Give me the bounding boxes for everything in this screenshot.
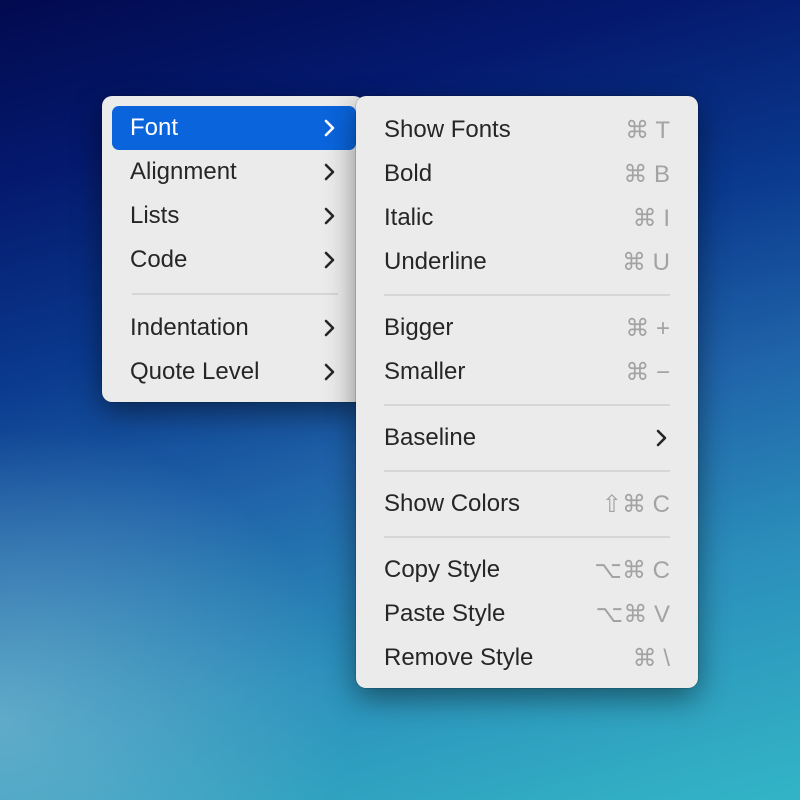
shortcut-label: ⌥⌘ C [594,556,670,584]
chevron-right-icon [656,429,668,447]
menu-item-quote-level[interactable]: Quote Level [112,350,356,394]
shortcut-label: ⌘ U [622,248,670,276]
menu-item-label: Font [130,114,179,141]
menu-item-label: Smaller [384,358,466,385]
menu-item-label: Bold [384,160,433,187]
menu-item-underline[interactable]: Underline ⌘ U [366,240,688,284]
chevron-right-icon [324,207,336,225]
menu-item-label: Show Fonts [384,116,511,143]
menu-item-paste-style[interactable]: Paste Style ⌥⌘ V [366,592,688,636]
shortcut-label: ⇧⌘ C [601,490,670,518]
menu-item-alignment[interactable]: Alignment [112,150,356,194]
menu-item-label: Lists [130,202,180,229]
menu-item-label: Copy Style [384,556,501,583]
format-menu: Font Alignment Lists Code Indentation Qu… [102,96,364,402]
menu-separator [384,294,670,296]
font-submenu: Show Fonts ⌘ T Bold ⌘ B Italic ⌘ I Under… [356,96,698,688]
menu-item-label: Code [130,246,188,273]
menu-separator [384,536,670,538]
shortcut-label: ⌘ B [623,160,670,188]
shortcut-label: ⌘ T [625,116,670,144]
menu-item-label: Paste Style [384,600,506,627]
menu-item-bigger[interactable]: Bigger ⌘ + [366,306,688,350]
menu-separator [384,470,670,472]
shortcut-label: ⌘ \ [632,644,670,672]
menu-item-baseline[interactable]: Baseline [366,416,688,460]
shortcut-label: ⌘ I [632,204,670,232]
menu-item-smaller[interactable]: Smaller ⌘ − [366,350,688,394]
menu-item-label: Bigger [384,314,454,341]
menu-item-indentation[interactable]: Indentation [112,306,356,350]
menu-item-copy-style[interactable]: Copy Style ⌥⌘ C [366,548,688,592]
menu-item-italic[interactable]: Italic ⌘ I [366,196,688,240]
chevron-right-icon [324,119,336,137]
chevron-right-icon [324,251,336,269]
shortcut-label: ⌥⌘ V [595,600,670,628]
menu-item-label: Remove Style [384,644,534,671]
menu-item-font[interactable]: Font [112,106,356,150]
shortcut-label: ⌘ − [625,358,670,386]
menu-item-label: Alignment [130,158,237,185]
menu-separator [132,293,338,295]
menu-item-show-colors[interactable]: Show Colors ⇧⌘ C [366,482,688,526]
menu-item-label: Baseline [384,424,477,451]
menu-item-code[interactable]: Code [112,238,356,282]
menu-item-label: Italic [384,204,434,231]
chevron-right-icon [324,319,336,337]
menu-item-bold[interactable]: Bold ⌘ B [366,152,688,196]
menu-item-label: Show Colors [384,490,521,517]
menu-item-show-fonts[interactable]: Show Fonts ⌘ T [366,108,688,152]
menu-separator [384,404,670,406]
menu-item-label: Quote Level [130,358,260,385]
shortcut-label: ⌘ + [625,314,670,342]
chevron-right-icon [324,363,336,381]
menu-item-label: Underline [384,248,487,275]
menu-item-lists[interactable]: Lists [112,194,356,238]
menu-item-remove-style[interactable]: Remove Style ⌘ \ [366,636,688,680]
menu-item-label: Indentation [130,314,249,341]
chevron-right-icon [324,163,336,181]
